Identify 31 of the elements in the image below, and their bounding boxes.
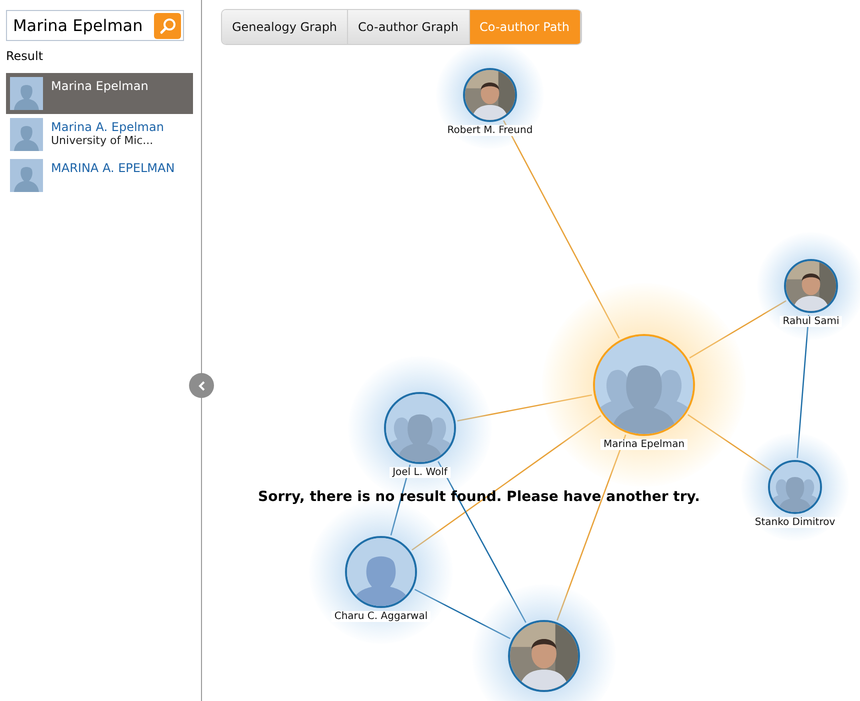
node-label: Charu C. Aggarwal [331,611,431,622]
chevron-left-icon [198,380,206,390]
tab[interactable]: Genealogy Graph [222,10,348,44]
result-affiliation: University of Mic... [51,134,154,147]
result-item[interactable]: MARINA A. EPELMAN [6,155,193,196]
avatar-frame[interactable] [768,460,822,514]
person-silhouette-icon [347,538,415,606]
node-label: Stanko Dimitrov [752,517,838,528]
search-field[interactable]: Marina Epelman [6,10,184,41]
search-icon [158,16,176,34]
result-name: MARINA A. EPELMAN [51,161,175,175]
avatar-icon [10,118,43,151]
result-name: Marina A. Epelman [51,120,164,134]
node-label: Rahul Sami [780,316,842,327]
result-name: Marina Epelman [51,79,148,93]
avatar-frame[interactable] [463,68,517,122]
person-silhouette-icon [386,394,454,462]
person-silhouette-icon [770,462,820,512]
collapse-button[interactable] [189,373,214,398]
result-item[interactable]: Marina Epelman [6,73,193,114]
node-label: Robert M. Freund [444,125,536,136]
result-item[interactable]: Marina A. Epelman University of Mic... [6,114,193,155]
avatar-icon [10,77,43,110]
search-button[interactable] [154,12,181,38]
result-heading: Result [6,49,44,63]
node-label: Joel L. Wolf [390,467,450,478]
node-label: Marina Epelman [600,439,688,450]
tab[interactable]: Co-author Graph [348,10,470,44]
avatar-icon [10,159,43,192]
person-silhouette-icon [595,336,693,434]
avatar-frame[interactable] [784,259,838,313]
